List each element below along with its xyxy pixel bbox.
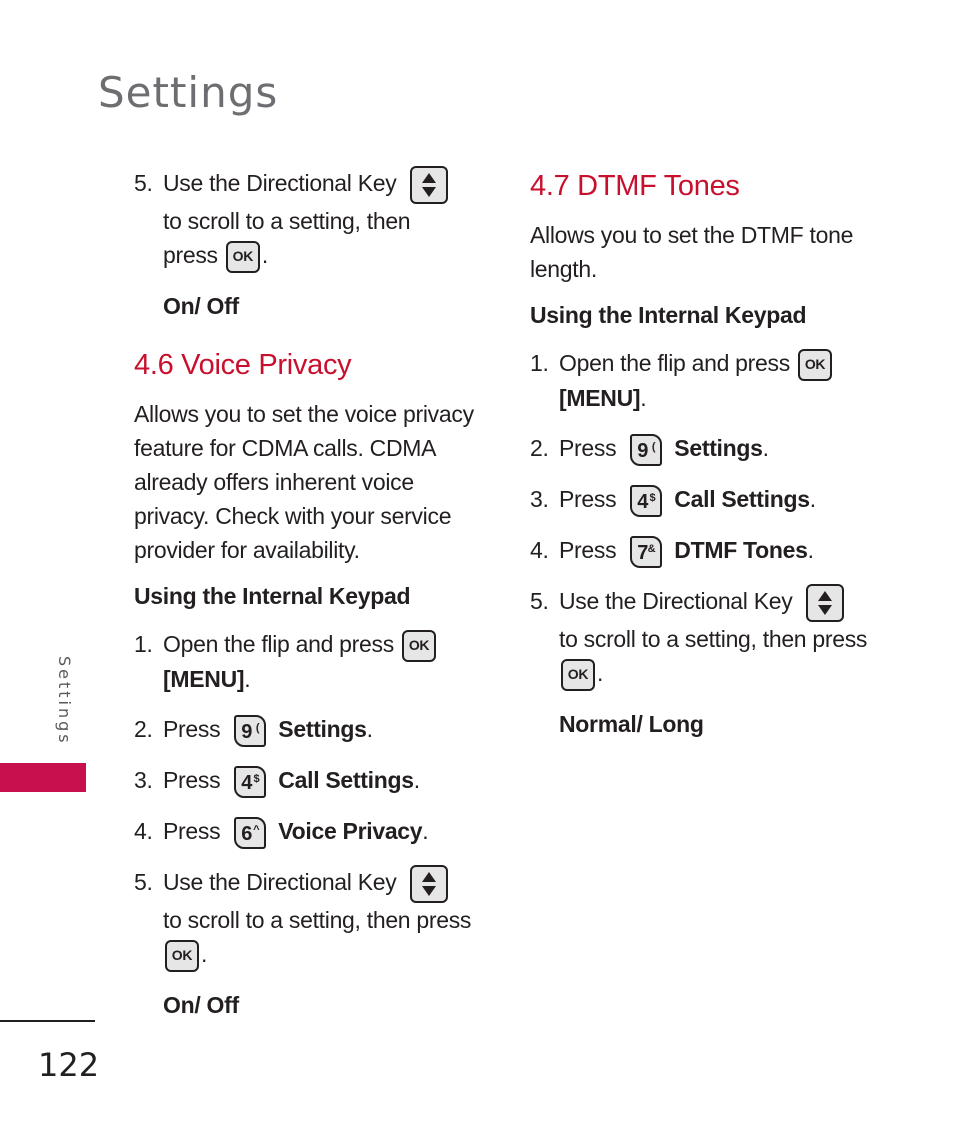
- section-heading-voice-privacy: 4.6 Voice Privacy: [134, 348, 352, 381]
- punctuation: .: [366, 715, 373, 742]
- menu-label: Call Settings: [278, 766, 414, 793]
- step-text: Use the Directional Key: [559, 587, 793, 614]
- page-number: 122: [38, 1046, 100, 1084]
- step-text: Press: [163, 715, 221, 742]
- key-9-icon: 9(: [630, 433, 663, 466]
- menu-label: DTMF Tones: [674, 536, 808, 563]
- key-4-icon: 4 $: [234, 765, 267, 798]
- punctuation: .: [807, 536, 814, 563]
- subheading: Using the Internal Keypad: [134, 582, 411, 609]
- punctuation: .: [422, 817, 429, 844]
- step-3: 3. Press 4 $ Call Settings.: [530, 482, 900, 517]
- right-column: 4.7 DTMF Tones Allows you to set the DTM…: [530, 166, 900, 763]
- step-5: 5. Use the Directional Key to scroll to …: [530, 583, 900, 691]
- ok-key-icon: OK: [561, 658, 595, 691]
- punctuation: .: [597, 659, 604, 686]
- punctuation: .: [413, 766, 420, 793]
- step-2: 2. Press 9( Settings.: [530, 431, 900, 466]
- step-text: Press: [559, 485, 617, 512]
- step-number: 5.: [530, 587, 549, 614]
- step-text: Open the flip and press: [163, 630, 394, 657]
- directional-key-icon: [410, 166, 449, 204]
- step-text: to scroll to a setting, then press: [559, 625, 868, 652]
- punctuation: .: [762, 434, 769, 461]
- step-1: 1. Open the flip and press OK [MENU].: [134, 627, 494, 696]
- punctuation: .: [640, 384, 647, 411]
- menu-label: Call Settings: [674, 485, 810, 512]
- step-5-continued: 5. Use the Directional Key to scroll to …: [134, 166, 494, 273]
- step-number: 2.: [530, 434, 549, 461]
- option-values: On/ Off: [163, 292, 239, 319]
- menu-label: Settings: [674, 434, 763, 461]
- step-text: Use the Directional Key: [163, 170, 397, 197]
- step-4: 4. Press 6 ^ Voice Privacy.: [134, 814, 494, 849]
- step-number: 1.: [530, 350, 549, 376]
- punctuation: .: [201, 940, 208, 967]
- section-description: Allows you to set the voice privacy feat…: [134, 400, 474, 563]
- step-text: to scroll to a setting, then: [163, 208, 411, 234]
- ok-key-icon: OK: [402, 629, 437, 662]
- ok-key-icon: OK: [798, 348, 833, 381]
- step-1: 1. Open the flip and press OK [MENU].: [530, 346, 900, 415]
- step-2: 2. Press 9( Settings.: [134, 712, 494, 747]
- step-number: 5.: [134, 868, 153, 895]
- step-4: 4. Press 7 & DTMF Tones.: [530, 533, 900, 568]
- step-number: 5.: [134, 170, 153, 196]
- step-number: 2.: [134, 715, 153, 742]
- punctuation: .: [244, 665, 251, 692]
- step-text: to scroll to a setting, then press: [163, 906, 472, 933]
- directional-key-icon: [806, 583, 845, 622]
- step-number: 4.: [134, 817, 153, 844]
- section-heading-dtmf-tones: 4.7 DTMF Tones: [530, 170, 740, 202]
- menu-label: [MENU]: [559, 384, 641, 411]
- key-6-icon: 6 ^: [234, 816, 267, 849]
- step-3: 3. Press 4 $ Call Settings.: [134, 763, 494, 798]
- option-values: On/ Off: [163, 991, 239, 1018]
- subheading: Using the Internal Keypad: [530, 302, 807, 328]
- directional-key-icon: [410, 864, 449, 903]
- step-text: Press: [559, 434, 617, 461]
- key-7-icon: 7 &: [630, 535, 663, 568]
- punctuation: .: [261, 242, 268, 268]
- step-text: Press: [163, 817, 221, 844]
- key-9-icon: 9(: [234, 714, 267, 747]
- footer-divider: [0, 1020, 95, 1022]
- section-tab-marker: [0, 763, 86, 792]
- step-text: Use the Directional Key: [163, 868, 397, 895]
- menu-label: Settings: [278, 715, 367, 742]
- menu-label: [MENU]: [163, 665, 245, 692]
- step-number: 3.: [530, 485, 549, 512]
- step-text: Open the flip and press: [559, 350, 790, 376]
- step-text: press: [163, 242, 218, 268]
- menu-label: Voice Privacy: [278, 817, 423, 844]
- section-description: Allows you to set the DTMF tone length.: [530, 222, 854, 282]
- page-title: Settings: [98, 68, 279, 117]
- step-number: 1.: [134, 630, 153, 657]
- step-text: Press: [163, 766, 221, 793]
- step-number: 3.: [134, 766, 153, 793]
- key-4-icon: 4 $: [630, 484, 663, 517]
- option-values: Normal/ Long: [559, 710, 704, 737]
- step-5: 5. Use the Directional Key to scroll to …: [134, 864, 494, 972]
- side-section-label: Settings: [55, 656, 74, 746]
- ok-key-icon: OK: [225, 240, 260, 273]
- punctuation: .: [809, 485, 816, 512]
- step-text: Press: [559, 536, 617, 563]
- left-column: 5. Use the Directional Key to scroll to …: [134, 166, 494, 1044]
- step-number: 4.: [530, 536, 549, 563]
- ok-key-icon: OK: [165, 939, 199, 972]
